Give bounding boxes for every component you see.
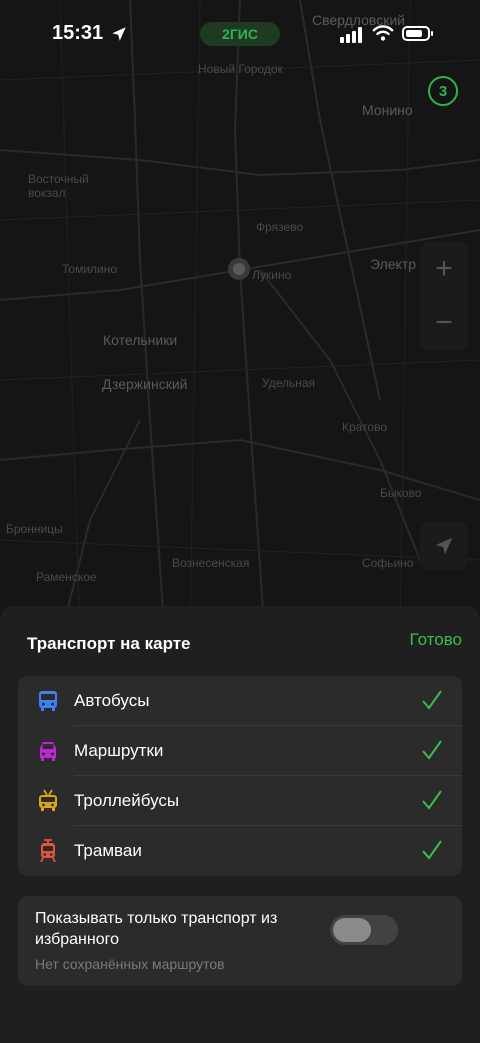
map-label: Софьино xyxy=(362,556,414,570)
list-item-trolleybuses[interactable]: Троллейбусы xyxy=(18,776,462,826)
my-location-button[interactable] xyxy=(420,522,468,570)
app-badge: 2ГИС xyxy=(200,22,280,46)
map-view[interactable]: Свердловский Новый Городок Монино Восточ… xyxy=(0,0,480,640)
map-label: Вознесенская xyxy=(172,556,250,570)
status-bar: 15:31 2ГИС xyxy=(0,0,480,70)
zoom-control: + − xyxy=(420,242,468,350)
map-roads xyxy=(0,0,480,640)
checkmark-icon xyxy=(422,840,442,860)
list-item-label: Маршрутки xyxy=(74,741,164,760)
map-label: Дзержинский xyxy=(102,376,188,392)
list-item-label: Троллейбусы xyxy=(74,791,180,810)
map-label: Электр xyxy=(370,256,417,272)
favorites-only-option: Показывать только транспорт из избранног… xyxy=(18,896,462,986)
map-label: Быково xyxy=(380,486,422,500)
map-label: Бронницы xyxy=(6,522,63,536)
list-item-label: Трамваи xyxy=(74,841,142,860)
map-label: Раменское xyxy=(36,570,97,584)
checkmark-icon xyxy=(422,690,442,710)
tram-icon xyxy=(40,839,56,863)
map-label: Томилино xyxy=(62,262,118,276)
checkmark-icon xyxy=(422,790,442,810)
map-label: Лукино xyxy=(252,268,292,282)
bus-icon xyxy=(39,691,57,711)
wifi-icon xyxy=(372,25,394,41)
current-location-marker xyxy=(228,258,250,280)
clock: 15:31 xyxy=(52,22,104,44)
location-arrow-icon xyxy=(112,27,126,41)
trolleybus-icon xyxy=(39,789,57,811)
battery-tip xyxy=(431,31,433,36)
list-item-trams[interactable]: Трамваи xyxy=(18,826,462,876)
cellular-signal-icon xyxy=(340,27,362,43)
done-button[interactable]: Готово xyxy=(410,630,463,650)
map-label: Кратово xyxy=(342,420,388,434)
navigation-arrow-icon xyxy=(435,537,453,555)
map-label: Монино xyxy=(362,102,413,118)
favorites-only-sublabel: Нет сохранённых маршрутов xyxy=(35,956,225,972)
map-label: Восточный вокзал xyxy=(28,172,89,200)
traffic-score-badge[interactable]: 3 xyxy=(428,76,458,106)
checkmark-icon xyxy=(422,740,442,760)
toggle-knob xyxy=(333,918,371,942)
list-item-minibuses[interactable]: Маршрутки xyxy=(18,726,462,776)
brand-label: 2ГИС xyxy=(222,26,258,42)
sheet-title: Транспорт на карте xyxy=(27,634,191,653)
favorites-only-label: Показывать только транспорт из избранног… xyxy=(35,910,278,948)
battery-icon xyxy=(402,26,430,41)
transport-sheet: Транспорт на карте Готово Автобусы Маршр… xyxy=(0,606,480,1043)
map-label: Удельная xyxy=(262,376,316,390)
list-item-label: Автобусы xyxy=(74,691,150,710)
zoom-out-button[interactable]: − xyxy=(420,296,468,350)
map-label: Котельники xyxy=(103,332,178,348)
transport-list: Автобусы Маршрутки Троллейбусы Трамваи xyxy=(18,676,462,876)
map-label: Фрязево xyxy=(256,220,304,234)
zoom-in-button[interactable]: + xyxy=(420,242,468,296)
favorites-only-toggle[interactable] xyxy=(330,915,398,945)
traffic-score: 3 xyxy=(438,82,448,100)
minibus-icon xyxy=(40,742,56,761)
list-item-buses[interactable]: Автобусы xyxy=(18,676,462,726)
